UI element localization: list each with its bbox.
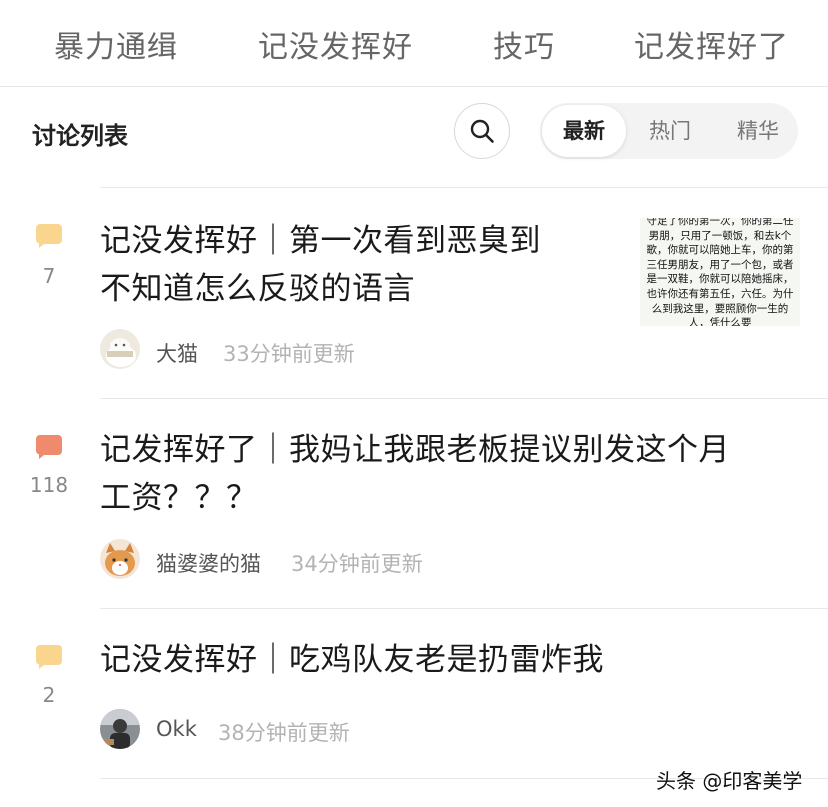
comment-bubble-icon — [36, 435, 62, 459]
divider — [100, 608, 828, 609]
app-root: 暴力通缉 记没发挥好 技巧 记发挥好了 讨论列表 最新 热门 精华 7 记没发挥… — [0, 0, 828, 807]
list-header: 讨论列表 最新 热门 精华 — [0, 88, 828, 178]
comment-bubble-icon — [36, 224, 62, 248]
author-name[interactable]: Okk — [156, 717, 197, 741]
post-title[interactable]: 记没发挥好｜吃鸡队友老是扔雷炸我 — [100, 636, 604, 684]
sort-latest[interactable]: 最新 — [542, 105, 626, 157]
post-title[interactable]: 记发挥好了｜我妈让我跟老板提议别发这个月 工资？？？ — [100, 426, 730, 522]
list-title: 讨论列表 — [32, 122, 128, 150]
category-tabs: 暴力通缉 记没发挥好 技巧 记发挥好了 — [0, 0, 828, 87]
post-title-line: 记没发挥好｜第一次看到恶臭到 — [100, 223, 541, 259]
tab-category-1[interactable]: 记没发挥好 — [258, 22, 413, 66]
thumbnail-text: 守足了你的第一次，你的第二任男朋，只用了一顿饭，和去k个歌，你就可以陪她上车，你… — [646, 218, 794, 326]
search-icon — [470, 119, 494, 143]
sort-featured[interactable]: 精华 — [728, 103, 788, 159]
sort-segmented-control: 最新 热门 精华 — [540, 103, 798, 159]
divider — [100, 398, 828, 399]
avatar-image — [100, 329, 140, 369]
avatar[interactable] — [100, 539, 140, 579]
post-title-line: 不知道怎么反驳的语言 — [100, 271, 415, 307]
post-thumbnail[interactable]: 守足了你的第一次，你的第二任男朋，只用了一顿饭，和去k个歌，你就可以陪她上车，你… — [640, 218, 800, 326]
post-time: 34分钟前更新 — [291, 552, 423, 576]
avatar-image — [100, 539, 140, 579]
post-time: 33分钟前更新 — [223, 342, 355, 366]
watermark: 头条 @印客美学 — [656, 769, 803, 793]
tab-category-3[interactable]: 记发挥好了 — [634, 22, 789, 66]
comment-count: 7 — [42, 264, 56, 288]
tab-category-2[interactable]: 技巧 — [493, 22, 555, 66]
avatar[interactable] — [100, 709, 140, 749]
avatar-image — [100, 709, 140, 749]
post-title[interactable]: 记没发挥好｜第一次看到恶臭到 不知道怎么反驳的语言 — [100, 217, 541, 313]
comment-count: 118 — [29, 473, 69, 497]
comment-bubble-icon — [36, 645, 62, 669]
tab-category-0[interactable]: 暴力通缉 — [54, 22, 178, 66]
post-title-line: 工资？？？ — [100, 480, 258, 516]
author-name[interactable]: 猫婆婆的猫 — [156, 548, 261, 578]
search-button[interactable] — [454, 103, 510, 159]
comment-count: 2 — [42, 683, 56, 707]
post-title-line: 记发挥好了｜我妈让我跟老板提议别发这个月 — [100, 432, 730, 468]
post-time: 38分钟前更新 — [218, 721, 350, 745]
divider — [100, 187, 828, 188]
sort-hot[interactable]: 热门 — [640, 103, 700, 159]
avatar[interactable] — [100, 329, 140, 369]
author-name[interactable]: 大猫 — [156, 338, 198, 368]
